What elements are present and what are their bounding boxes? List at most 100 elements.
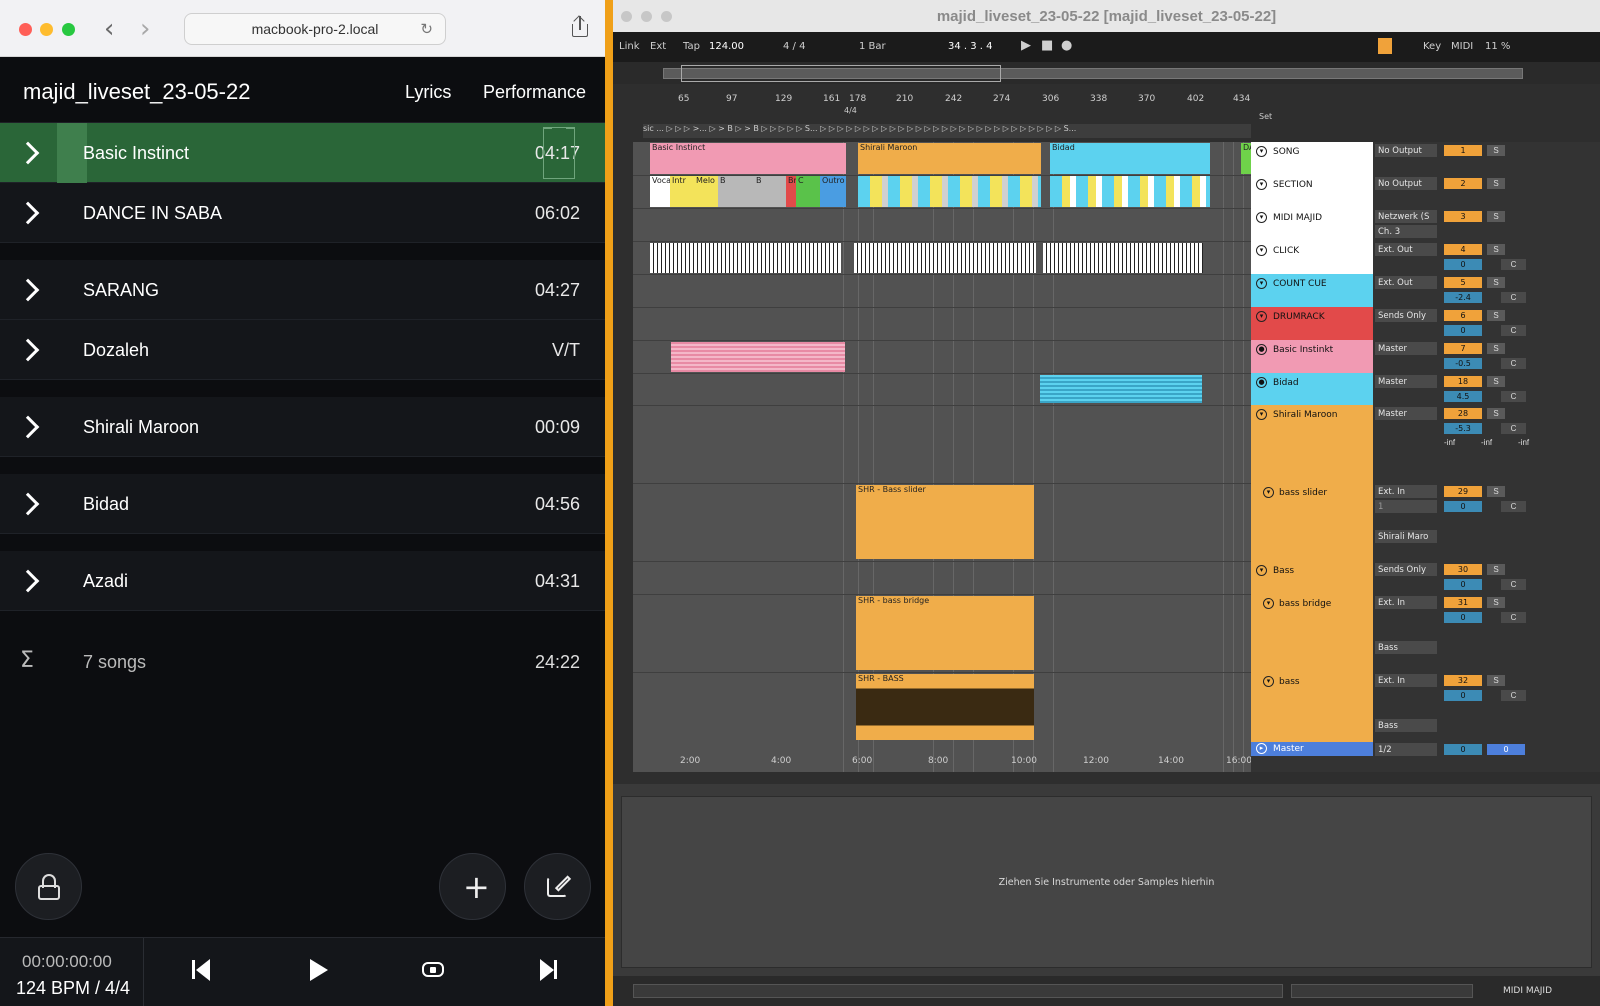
add-song-button[interactable]: +	[439, 853, 506, 920]
output-select[interactable]: Master	[1375, 407, 1437, 420]
arrangement-clip[interactable]: Voca	[650, 176, 670, 207]
lock-button[interactable]	[15, 853, 82, 920]
output-select[interactable]: Bass	[1375, 641, 1437, 654]
solo-button[interactable]: S	[1487, 486, 1505, 497]
track-name[interactable]: ▾ MIDI MAJID	[1251, 208, 1373, 241]
chevron-right-icon[interactable]	[20, 569, 34, 591]
output-select[interactable]: Ext. Out	[1375, 276, 1437, 289]
volume-field[interactable]: -5.3	[1444, 423, 1482, 434]
solo-button[interactable]: S	[1487, 343, 1505, 354]
stop-icon[interactable]: ■	[1041, 38, 1053, 53]
track-activator[interactable]: 29	[1444, 486, 1482, 497]
beat-ruler[interactable]: 65 97 129 161 178 210 242 274 306 338 37…	[643, 94, 1251, 110]
output-select[interactable]: Master	[1375, 375, 1437, 388]
solo-button[interactable]: S	[1487, 408, 1505, 419]
track-activator[interactable]: 32	[1444, 675, 1482, 686]
time-signature-marker[interactable]: 4/4	[844, 106, 857, 115]
track-name[interactable]: ▾ CLICK	[1251, 241, 1373, 274]
link-button[interactable]: Link	[619, 41, 639, 52]
solo-button[interactable]: S	[1487, 244, 1505, 255]
solo-button[interactable]: S	[1487, 376, 1505, 387]
track-name[interactable]: ▾ DRUMRACK	[1251, 307, 1373, 340]
output-select[interactable]: Netzwerk (S	[1375, 210, 1437, 223]
play-button[interactable]	[308, 958, 332, 982]
track-name[interactable]: ▾ bass bridge	[1251, 594, 1373, 672]
pan-field[interactable]: C	[1501, 690, 1526, 701]
solo-button[interactable]: S	[1487, 277, 1505, 288]
send-level[interactable]: -inf	[1481, 438, 1492, 447]
channel-select[interactable]: Ch. 3	[1375, 225, 1437, 238]
track-activator[interactable]: 30	[1444, 564, 1482, 575]
volume-field[interactable]: 0	[1444, 325, 1482, 336]
send-level[interactable]: -inf	[1518, 438, 1529, 447]
volume-field[interactable]: 0	[1444, 501, 1482, 512]
track-activator[interactable]: 3	[1444, 211, 1482, 222]
share-icon[interactable]	[570, 15, 590, 38]
track-activator[interactable]: 7	[1444, 343, 1482, 354]
arrangement-clip[interactable]	[1040, 375, 1202, 403]
arrangement-clip[interactable]: DANC	[1241, 143, 1251, 174]
track-name[interactable]: ▾ Shirali Maroon	[1251, 405, 1373, 483]
input-select[interactable]: Ext. In	[1375, 596, 1437, 609]
time-ruler[interactable]: 2:00 4:00 6:00 8:00 10:00 12:00 14:00 16…	[643, 756, 1252, 770]
reload-icon[interactable]: ↻	[420, 14, 433, 44]
master-volume[interactable]: 0	[1444, 744, 1482, 755]
time-signature-field[interactable]: 4 / 4	[783, 41, 805, 52]
track-activator[interactable]: 1	[1444, 145, 1482, 156]
pan-field[interactable]: C	[1501, 391, 1526, 402]
output-select[interactable]: Sends Only	[1375, 563, 1437, 576]
song-row[interactable]: Shirali Maroon 00:09	[0, 397, 605, 457]
chevron-right-icon[interactable]	[20, 278, 34, 300]
zoom-window-button[interactable]	[62, 23, 75, 36]
solo-button[interactable]: S	[1487, 597, 1505, 608]
overview-viewport[interactable]	[681, 65, 1001, 82]
volume-field[interactable]: 0	[1444, 259, 1482, 270]
arrangement-clip[interactable]: Melo	[694, 176, 718, 207]
previous-song-button[interactable]	[192, 958, 216, 982]
arrangement-clip[interactable]: C	[796, 176, 820, 207]
output-select[interactable]: Master	[1375, 342, 1437, 355]
volume-field[interactable]: 4.5	[1444, 391, 1482, 402]
draw-mode-icon[interactable]	[1378, 38, 1392, 54]
song-row[interactable]: DANCE IN SABA 06:02	[0, 183, 605, 243]
track-activator[interactable]: 4	[1444, 244, 1482, 255]
forward-arrow-icon[interactable]: ›	[140, 14, 150, 44]
arrangement-clip[interactable]	[671, 342, 845, 372]
volume-field[interactable]: 0	[1444, 690, 1482, 701]
track-name[interactable]: ● Basic Instinkt	[1251, 340, 1373, 373]
chevron-right-icon[interactable]	[20, 338, 34, 360]
close-window-button[interactable]	[19, 23, 32, 36]
volume-field[interactable]: 0	[1444, 579, 1482, 590]
chevron-right-icon[interactable]	[20, 141, 34, 163]
arrangement-clip[interactable]: Shirali Maroon	[858, 143, 1041, 174]
song-row[interactable]: Dozaleh V/T	[0, 320, 605, 380]
arrangement-clip[interactable]	[854, 243, 1036, 273]
track-name[interactable]: ▾ bass slider	[1251, 483, 1373, 561]
arrangement-clip[interactable]: SHR - BASS	[856, 674, 1034, 740]
pan-field[interactable]: C	[1501, 292, 1526, 303]
input-select[interactable]: Ext. In	[1375, 485, 1437, 498]
performance-link[interactable]: Performance	[483, 82, 586, 103]
solo-button[interactable]: S	[1487, 145, 1505, 156]
tempo-field[interactable]: 124.00	[709, 41, 744, 52]
lyrics-link[interactable]: Lyrics	[405, 82, 451, 103]
arrangement-clip[interactable]: Outro	[820, 176, 846, 207]
arrangement-clip[interactable]: Br	[786, 176, 796, 207]
track-name[interactable]: ▾ Bass	[1251, 561, 1373, 594]
arrangement-clip[interactable]	[1043, 243, 1203, 273]
track-name[interactable]: ▾ bass	[1251, 672, 1373, 742]
track-activator[interactable]: 18	[1444, 376, 1482, 387]
output-select[interactable]: 1/2	[1375, 743, 1437, 756]
pan-field[interactable]: C	[1501, 358, 1526, 369]
pan-field[interactable]: C	[1501, 501, 1526, 512]
solo-button[interactable]: S	[1487, 310, 1505, 321]
track-name[interactable]: ▾ SONG	[1251, 142, 1373, 175]
volume-field[interactable]: 0	[1444, 612, 1482, 623]
master-cue-volume[interactable]: 0	[1487, 744, 1525, 755]
pan-field[interactable]: C	[1501, 259, 1526, 270]
arrangement-clip[interactable]: B	[718, 176, 754, 207]
quantize-select[interactable]: 1 Bar	[859, 41, 886, 52]
arrangement-clip[interactable]: Basic Instinct	[650, 143, 846, 174]
pan-field[interactable]: C	[1501, 423, 1526, 434]
ext-button[interactable]: Ext	[650, 41, 666, 52]
